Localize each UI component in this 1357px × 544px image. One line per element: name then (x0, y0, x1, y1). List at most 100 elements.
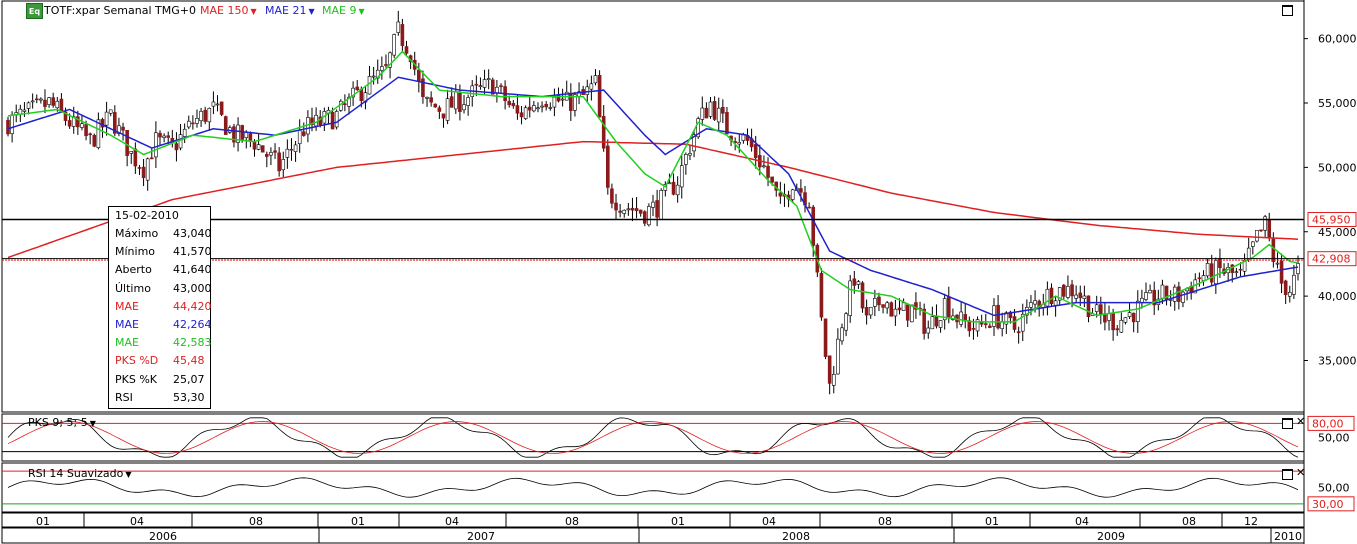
candle-body (334, 111, 339, 128)
candle-body (458, 92, 462, 112)
candle-body (1246, 247, 1251, 260)
candle-body (511, 103, 516, 107)
candle-body (523, 107, 528, 119)
candle-body (679, 165, 684, 188)
candle-body (256, 144, 261, 150)
candle-body (848, 280, 852, 316)
candle-body (614, 202, 618, 211)
candle-body (766, 165, 770, 178)
info-row: PKS %K 25,07 (115, 373, 207, 386)
candle-body (634, 208, 639, 212)
candle-body (548, 107, 553, 109)
pks-tick-label: 50,00 (1318, 432, 1350, 445)
candle-body (610, 188, 614, 204)
candle-body (897, 307, 902, 311)
candle-body (55, 100, 60, 109)
info-value: 41,640 (173, 263, 212, 277)
candle-body (1135, 300, 1140, 322)
candle-body (515, 105, 520, 114)
candle-body (10, 114, 14, 135)
candle-body (355, 86, 360, 91)
candle-body (166, 135, 171, 138)
candle-body (684, 154, 688, 165)
pks-pane-label[interactable]: PKS 9; 5; 5 ▼ (28, 416, 96, 429)
maximize-icon[interactable] (1282, 469, 1293, 480)
candle-body (704, 107, 709, 119)
candle-body (145, 158, 150, 181)
candle-body (1053, 300, 1058, 306)
close-icon[interactable]: ✕ (1296, 416, 1305, 427)
info-label: RSI (115, 390, 133, 404)
candle-body (445, 98, 450, 121)
x-year-label: 2010 (1274, 530, 1302, 543)
candle-body (737, 142, 742, 145)
candle-body (1209, 263, 1214, 283)
candle-body (905, 304, 910, 321)
candle-body (293, 144, 298, 152)
info-date: 15-02-2010 (115, 209, 179, 222)
candle-body (938, 320, 943, 328)
candle-body (1033, 300, 1037, 305)
info-value: 42,264 (173, 318, 212, 331)
candle-body (1259, 229, 1263, 232)
info-label: Último (115, 281, 151, 295)
candle-body (59, 98, 64, 112)
candle-body (790, 189, 795, 200)
candle-body (158, 132, 162, 138)
candle-body (1181, 291, 1185, 303)
x-axis-months (1, 512, 1305, 528)
candle-body (519, 112, 524, 118)
info-row: Aberto 41,640 (115, 263, 212, 276)
candle-body (260, 145, 265, 153)
candle-body (675, 184, 680, 196)
close-icon[interactable]: ✕ (1296, 467, 1305, 478)
y-tick-label: 40,000 (1318, 290, 1357, 303)
candle-body (1201, 275, 1206, 281)
candle-body (400, 24, 405, 46)
candle-body (1287, 292, 1292, 297)
candle-body (404, 46, 409, 54)
candle-body (799, 188, 803, 193)
candle-body (88, 133, 92, 136)
candle-body (532, 105, 536, 112)
info-label: Máximo (115, 227, 159, 240)
pks-d-line (7, 421, 1299, 454)
candle-body (141, 166, 146, 179)
info-row: PKS %D 45,48 (115, 354, 207, 367)
candle-body (741, 134, 746, 141)
indicator-mae9[interactable]: MAE 9 ▼ (322, 4, 365, 17)
candle-body (642, 211, 647, 224)
x-tick-label: 08 (878, 515, 892, 528)
candle-body (6, 119, 10, 135)
rsi-pane-label[interactable]: RSI 14 Suavizado ▼ (28, 467, 132, 480)
candle-body (926, 327, 931, 334)
x-tick-label: 04 (130, 515, 144, 528)
candle-body (807, 206, 811, 209)
maximize-icon[interactable] (1282, 5, 1293, 16)
candle-body (396, 21, 401, 33)
candle-body (1267, 218, 1272, 239)
candle-body (527, 106, 532, 111)
candle-body (778, 192, 783, 197)
candle-body (478, 85, 483, 87)
candle-body (1131, 312, 1136, 323)
candle-body (836, 338, 840, 375)
indicator-mae21[interactable]: MAE 21 ▼ (265, 4, 315, 17)
info-value: 44,420 (173, 299, 212, 313)
candle-body (688, 153, 692, 156)
candle-body (589, 83, 594, 90)
chevron-down-icon: ▼ (250, 7, 257, 16)
candle-body (622, 209, 627, 214)
candle-body (429, 97, 433, 103)
indicator-mae150[interactable]: MAE 150 ▼ (200, 4, 257, 17)
candle-body (762, 165, 766, 168)
info-row: Mínimo 41,570 (115, 245, 212, 258)
info-label: PKS %K (115, 372, 157, 386)
x-tick-label: 08 (565, 515, 579, 528)
candle-body (1292, 274, 1296, 295)
candle-body (425, 96, 429, 99)
candle-body (708, 101, 713, 117)
candle-body (22, 109, 27, 112)
info-value: 42,583 (173, 336, 212, 350)
maximize-icon[interactable] (1282, 418, 1293, 429)
